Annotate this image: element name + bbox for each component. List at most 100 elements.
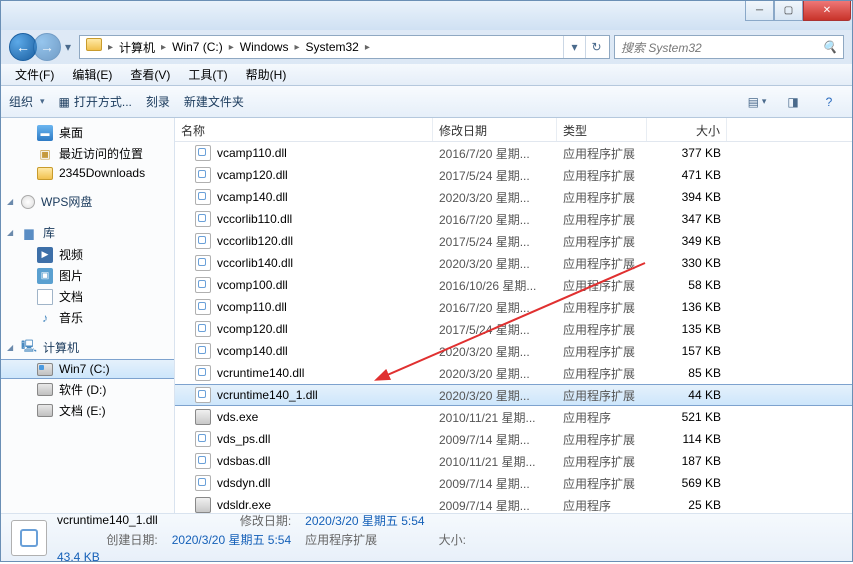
- nav-history-dropdown[interactable]: ▾: [61, 33, 75, 61]
- nav-videos[interactable]: ▶视频: [1, 244, 174, 265]
- col-type[interactable]: 类型: [557, 118, 647, 141]
- file-size: 394 KB: [647, 190, 727, 204]
- minimize-button[interactable]: ─: [745, 1, 774, 21]
- col-date[interactable]: 修改日期: [433, 118, 557, 141]
- nav-pictures[interactable]: ▣图片: [1, 265, 174, 286]
- file-size: 347 KB: [647, 212, 727, 226]
- file-row[interactable]: vccorlib120.dll2017/5/24 星期...应用程序扩展349 …: [175, 230, 852, 252]
- address-dropdown[interactable]: ▾: [563, 36, 585, 58]
- file-type: 应用程序扩展: [557, 255, 647, 272]
- file-name: vds.exe: [217, 410, 258, 424]
- dll-icon: [195, 343, 211, 359]
- breadcrumb-item[interactable]: System32: [300, 36, 365, 58]
- menu-view[interactable]: 查看(V): [122, 64, 178, 85]
- nav-drive-d[interactable]: 软件 (D:): [1, 379, 174, 400]
- breadcrumb-item[interactable]: Win7 (C:): [166, 36, 229, 58]
- dll-icon: [195, 365, 211, 381]
- file-name: vdsldr.exe: [217, 498, 271, 512]
- file-row[interactable]: vccorlib110.dll2016/7/20 星期...应用程序扩展347 …: [175, 208, 852, 230]
- search-input[interactable]: 搜索 System32 🔍: [614, 35, 844, 59]
- nav-recent[interactable]: ▣最近访问的位置: [1, 143, 174, 164]
- new-folder-button[interactable]: 新建文件夹: [184, 93, 244, 110]
- file-name: vcomp110.dll: [217, 300, 287, 314]
- file-size: 157 KB: [647, 344, 727, 358]
- dll-icon: [195, 233, 211, 249]
- file-size: 114 KB: [647, 432, 727, 446]
- breadcrumb-item[interactable]: Windows: [234, 36, 295, 58]
- col-name[interactable]: 名称: [175, 118, 433, 141]
- nav-drive-c[interactable]: Win7 (C:): [1, 359, 174, 379]
- nav-wps[interactable]: WPS网盘: [1, 190, 174, 213]
- menu-edit[interactable]: 编辑(E): [64, 64, 120, 85]
- file-date: 2010/11/21 星期...: [433, 409, 557, 426]
- file-type: 应用程序: [557, 497, 647, 514]
- file-row[interactable]: vdsbas.dll2010/11/21 星期...应用程序扩展187 KB: [175, 450, 852, 472]
- menu-file[interactable]: 文件(F): [7, 64, 62, 85]
- file-row[interactable]: vccorlib140.dll2020/3/20 星期...应用程序扩展330 …: [175, 252, 852, 274]
- dll-icon: [195, 189, 211, 205]
- address-bar[interactable]: ▸ 计算机▸ Win7 (C:)▸ Windows▸ System32▸ ▾ ↻: [79, 35, 610, 59]
- file-row[interactable]: vds.exe2010/11/21 星期...应用程序521 KB: [175, 406, 852, 428]
- file-row[interactable]: vcamp140.dll2020/3/20 星期...应用程序扩展394 KB: [175, 186, 852, 208]
- file-size: 135 KB: [647, 322, 727, 336]
- file-type: 应用程序扩展: [557, 343, 647, 360]
- nav-music[interactable]: ♪音乐: [1, 307, 174, 328]
- details-size-label: 大小:: [439, 531, 466, 548]
- details-filename: vcruntime140_1.dll: [57, 513, 158, 527]
- organize-button[interactable]: 组织: [9, 93, 45, 110]
- menu-bar: 文件(F) 编辑(E) 查看(V) 工具(T) 帮助(H): [1, 64, 852, 86]
- nav-forward-button[interactable]: →: [33, 33, 61, 61]
- drive-icon: [37, 383, 53, 396]
- file-name: vccorlib140.dll: [217, 256, 293, 270]
- nav-downloads[interactable]: 2345Downloads: [1, 164, 174, 182]
- file-row[interactable]: vcomp110.dll2016/7/20 星期...应用程序扩展136 KB: [175, 296, 852, 318]
- col-size[interactable]: 大小: [647, 118, 727, 141]
- file-name: vcomp140.dll: [217, 344, 288, 358]
- dll-icon: [195, 255, 211, 271]
- file-date: 2017/5/24 星期...: [433, 233, 557, 250]
- file-list[interactable]: vcamp110.dll2016/7/20 星期...应用程序扩展377 KBv…: [175, 142, 852, 513]
- details-filetype: 应用程序扩展: [305, 531, 424, 548]
- maximize-button[interactable]: ▢: [774, 1, 803, 21]
- exe-icon: [195, 409, 211, 425]
- file-row[interactable]: vdsdyn.dll2009/7/14 星期...应用程序扩展569 KB: [175, 472, 852, 494]
- file-row[interactable]: vcamp120.dll2017/5/24 星期...应用程序扩展471 KB: [175, 164, 852, 186]
- file-size: 521 KB: [647, 410, 727, 424]
- nav-desktop[interactable]: ▬桌面: [1, 122, 174, 143]
- view-mode-button[interactable]: ▤: [742, 91, 772, 113]
- file-name: vcomp120.dll: [217, 322, 288, 336]
- burn-button[interactable]: 刻录: [146, 93, 170, 110]
- dll-icon: [195, 475, 211, 491]
- file-row[interactable]: vcomp120.dll2017/5/24 星期...应用程序扩展135 KB: [175, 318, 852, 340]
- nav-drive-e[interactable]: 文档 (E:): [1, 400, 174, 421]
- file-type: 应用程序扩展: [557, 387, 647, 404]
- file-row[interactable]: vcomp140.dll2020/3/20 星期...应用程序扩展157 KB: [175, 340, 852, 362]
- file-row[interactable]: vds_ps.dll2009/7/14 星期...应用程序扩展114 KB: [175, 428, 852, 450]
- help-button[interactable]: ?: [814, 91, 844, 113]
- nav-documents[interactable]: 文档: [1, 286, 174, 307]
- menu-help[interactable]: 帮助(H): [238, 64, 295, 85]
- file-date: 2020/3/20 星期...: [433, 365, 557, 382]
- file-type: 应用程序扩展: [557, 277, 647, 294]
- file-type: 应用程序扩展: [557, 299, 647, 316]
- file-date: 2010/11/21 星期...: [433, 453, 557, 470]
- file-row[interactable]: vcomp100.dll2016/10/26 星期...应用程序扩展58 KB: [175, 274, 852, 296]
- file-row[interactable]: vcamp110.dll2016/7/20 星期...应用程序扩展377 KB: [175, 142, 852, 164]
- nav-computer[interactable]: 🖳计算机: [1, 336, 174, 359]
- dll-icon: [195, 453, 211, 469]
- desktop-icon: ▬: [37, 125, 53, 141]
- nav-libraries[interactable]: ▆库: [1, 221, 174, 244]
- file-row[interactable]: vcruntime140.dll2020/3/20 星期...应用程序扩展85 …: [175, 362, 852, 384]
- search-placeholder: 搜索 System32: [621, 39, 822, 56]
- open-with-button[interactable]: ▦打开方式...: [59, 93, 132, 110]
- file-size: 377 KB: [647, 146, 727, 160]
- breadcrumb-item[interactable]: 计算机: [113, 36, 161, 58]
- file-date: 2009/7/14 星期...: [433, 497, 557, 514]
- close-button[interactable]: ✕: [803, 1, 851, 21]
- file-row[interactable]: vdsldr.exe2009/7/14 星期...应用程序25 KB: [175, 494, 852, 513]
- file-row[interactable]: vcruntime140_1.dll2020/3/20 星期...应用程序扩展4…: [175, 384, 852, 406]
- refresh-button[interactable]: ↻: [585, 36, 607, 58]
- file-type: 应用程序扩展: [557, 211, 647, 228]
- menu-tools[interactable]: 工具(T): [180, 64, 235, 85]
- preview-pane-button[interactable]: ◨: [778, 91, 808, 113]
